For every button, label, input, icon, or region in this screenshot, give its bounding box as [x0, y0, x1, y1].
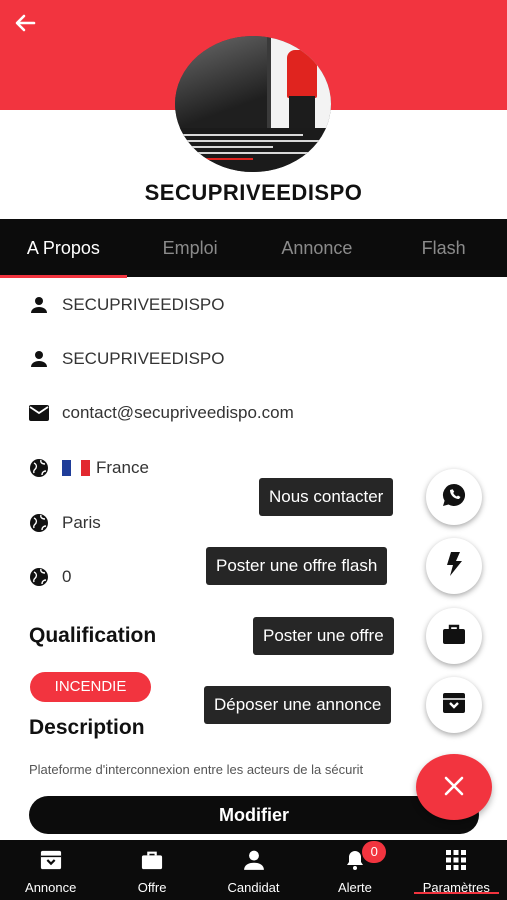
info-row-text: SECUPRIVEEDISPO	[62, 295, 225, 314]
alert-badge: 0	[362, 841, 387, 863]
person-icon	[28, 348, 50, 370]
tab-annonce[interactable]: Annonce	[254, 219, 381, 277]
globe-icon	[28, 457, 50, 479]
nav-label: Alerte	[337, 880, 372, 895]
archive-icon	[39, 849, 63, 876]
info-row-email: contact@secupriveedispo.com	[28, 398, 294, 428]
grid-icon	[445, 849, 467, 876]
info-row-count: 0	[28, 562, 71, 592]
tab-flash[interactable]: Flash	[380, 219, 507, 277]
flash-offer-button[interactable]	[426, 538, 482, 594]
info-row-name: SECUPRIVEEDISPO	[28, 344, 225, 374]
tab-a-propos[interactable]: A Propos	[0, 219, 127, 278]
whatsapp-icon	[440, 481, 468, 514]
info-row-text: contact@secupriveedispo.com	[62, 403, 294, 422]
mail-icon	[28, 402, 50, 424]
nav-alerte[interactable]: 0 Alerte	[304, 840, 405, 900]
profile-name: SECUPRIVEEDISPO	[144, 180, 363, 205]
nav-annonce[interactable]: Annonce	[0, 840, 101, 900]
post-ad-button[interactable]	[426, 677, 482, 733]
info-row-text: France	[96, 458, 149, 477]
close-icon	[442, 768, 466, 807]
nav-candidat[interactable]: Candidat	[203, 840, 304, 900]
info-row-username: SECUPRIVEEDISPO	[28, 290, 225, 320]
info-row-country: France	[28, 453, 149, 483]
person-icon	[28, 294, 50, 316]
fab-label-nous-contacter[interactable]: Nous contacter	[259, 478, 394, 516]
fab-label-poster-une-offre[interactable]: Poster une offre	[253, 617, 394, 655]
person-icon	[242, 849, 266, 876]
briefcase-icon	[139, 849, 165, 876]
info-row-city: Paris	[28, 508, 101, 538]
tab-emploi[interactable]: Emploi	[127, 219, 254, 277]
fab-label-deposer-une-annonce[interactable]: Déposer une annonce	[204, 686, 392, 724]
archive-icon	[441, 691, 467, 720]
modify-button[interactable]: Modifier	[29, 796, 479, 834]
nav-parametres[interactable]: Paramètres	[406, 840, 507, 900]
description-text: Plateforme d'interconnexion entre les ac…	[29, 762, 364, 777]
profile-tabs: A Propos Emploi Annonce Flash	[0, 219, 507, 278]
info-row-text: SECUPRIVEEDISPO	[62, 349, 225, 368]
fab-close-button[interactable]	[416, 754, 492, 820]
flash-icon	[443, 551, 465, 582]
qualification-chip: INCENDIE	[30, 672, 151, 702]
post-offer-button[interactable]	[426, 608, 482, 664]
info-row-text: Paris	[62, 513, 101, 532]
nav-label: Candidat	[227, 880, 280, 895]
nav-label: Paramètres	[422, 880, 490, 895]
bottom-nav: Annonce Offre Candidat 0 Alerte Paramètr…	[0, 840, 507, 900]
france-flag-icon	[62, 460, 90, 476]
info-row-text: 0	[62, 567, 72, 586]
profile-avatar[interactable]	[175, 36, 331, 172]
briefcase-icon	[441, 622, 467, 651]
globe-icon	[28, 512, 50, 534]
whatsapp-button[interactable]	[426, 469, 482, 525]
fab-label-poster-une-offre-flash[interactable]: Poster une offre flash	[206, 547, 388, 585]
nav-label: Annonce	[25, 880, 77, 895]
nav-label: Offre	[137, 880, 167, 895]
nav-offre[interactable]: Offre	[101, 840, 202, 900]
description-title: Description	[29, 716, 145, 739]
globe-icon	[28, 566, 50, 588]
back-arrow-icon[interactable]	[10, 8, 40, 38]
qualification-title: Qualification	[29, 624, 157, 647]
